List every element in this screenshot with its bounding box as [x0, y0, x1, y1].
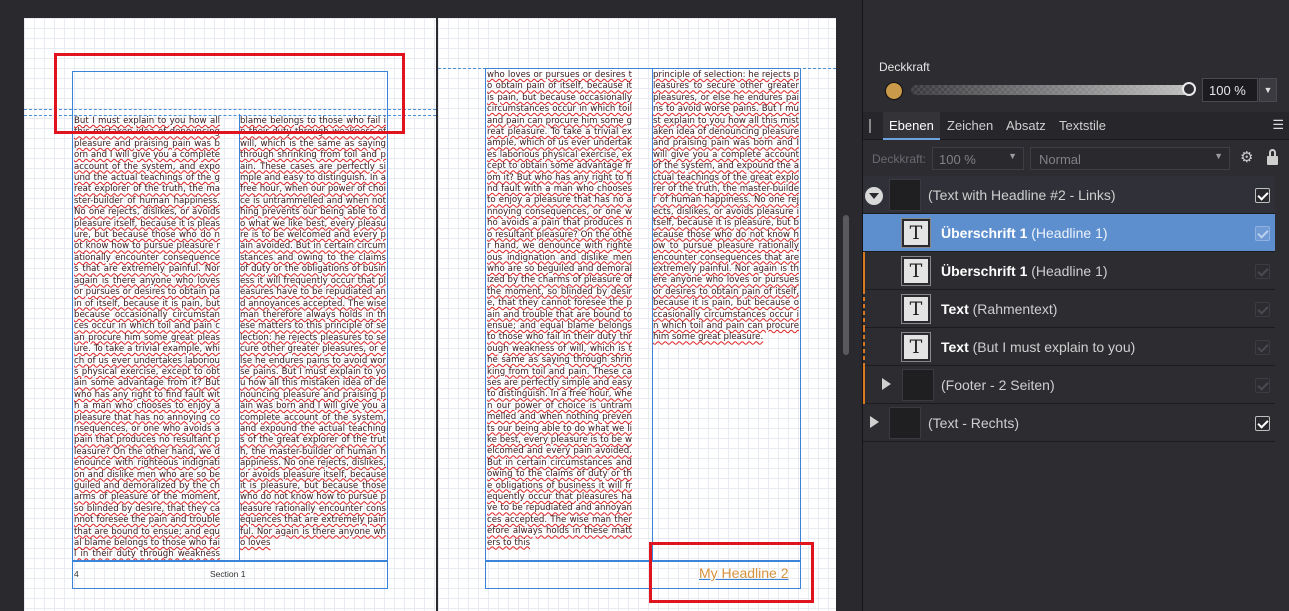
lock-icon[interactable] — [1266, 149, 1280, 165]
tab-textstile[interactable]: Textstile — [1053, 112, 1112, 140]
visibility-checkbox[interactable] — [1255, 188, 1270, 203]
document-canvas[interactable]: But I must explain to you how all this m… — [0, 0, 862, 611]
layer-thumbnail — [889, 407, 921, 439]
layer-controls: Deckkraft: 100 % ▼ Normal ▼ ⚙ — [863, 140, 1289, 176]
visibility-checkbox[interactable] — [1255, 340, 1270, 355]
visibility-checkbox[interactable] — [1255, 416, 1270, 431]
text-layer-icon: T — [901, 256, 931, 286]
text-column-left-2[interactable]: blame belongs to those who fail in their… — [240, 116, 386, 560]
layer-row[interactable]: (Text with Headline #2 - Links) — [863, 176, 1275, 214]
opacity-label: Deckkraft — [879, 60, 930, 74]
opacity-input[interactable]: 100 % — [1202, 78, 1258, 102]
layer-opacity-value: 100 % — [939, 152, 976, 167]
layer-row[interactable]: T Text (But I must explain to you) — [863, 328, 1275, 366]
layer-name-sub: (But I must explain to you) — [968, 339, 1136, 355]
panel-grip-icon[interactable] — [869, 119, 871, 133]
footer-frame-left[interactable] — [72, 561, 388, 589]
opacity-slider-thumb[interactable] — [1182, 82, 1196, 96]
chevron-down-icon: ▼ — [1008, 151, 1017, 161]
layer-name: (Text with Headline #2 - Links) — [928, 187, 1116, 203]
visibility-checkbox[interactable] — [1255, 378, 1270, 393]
layer-name-bold: Text — [941, 301, 969, 317]
blend-mode-value: Normal — [1039, 152, 1081, 167]
expand-arrow-icon[interactable] — [870, 416, 879, 428]
tab-ebenen[interactable]: Ebenen — [883, 112, 940, 140]
canvas-scrollbar[interactable] — [843, 215, 849, 355]
text-layer-icon: T — [901, 332, 931, 362]
text-layer-icon: T — [901, 294, 931, 324]
layer-color-tag — [863, 366, 865, 404]
layer-name-sub: (Headline 1) — [1027, 225, 1108, 241]
layer-row[interactable]: T Überschrift 1 (Headline 1) — [863, 214, 1275, 252]
highlight-box-headline-area — [54, 53, 405, 134]
layer-thumbnail — [902, 369, 934, 401]
layer-name-sub: (Headline 1) — [1027, 263, 1108, 279]
layer-name-bold: Text — [941, 339, 969, 355]
layer-name: Text (Rahmentext) — [941, 301, 1057, 317]
layers-list: (Text with Headline #2 - Links) T Übersc… — [863, 176, 1275, 442]
layer-color-tag — [863, 290, 865, 328]
layer-opacity-dropdown[interactable]: 100 % ▼ — [932, 147, 1024, 170]
layer-thumbnail — [889, 179, 921, 211]
layer-name: Überschrift 1 (Headline 1) — [941, 263, 1108, 279]
layer-row[interactable]: (Text - Rechts) — [863, 404, 1275, 442]
panel-tabs: Ebenen Zeichen Absatz Textstile ☰ — [863, 112, 1289, 140]
opacity-slider[interactable] — [911, 85, 1189, 95]
layer-name: Text (But I must explain to you) — [941, 339, 1135, 355]
visibility-checkbox[interactable] — [1255, 226, 1270, 241]
visibility-checkbox[interactable] — [1255, 302, 1270, 317]
studio-panel: Deckkraft 100 % ▼ Ebenen Zeichen Absatz … — [862, 0, 1289, 611]
layer-name-sub: (Rahmentext) — [968, 301, 1058, 317]
layer-color-tag — [863, 252, 865, 290]
text-column-left-1[interactable]: But I must explain to you how all this m… — [74, 116, 220, 560]
text-column-right-2[interactable]: principle of selection: he rejects pleas… — [653, 70, 799, 362]
layer-name-bold: Überschrift 1 — [941, 263, 1028, 279]
layer-name: Überschrift 1 (Headline 1) — [941, 225, 1108, 241]
layer-opacity-label: Deckkraft: — [872, 152, 927, 166]
panel-menu-icon[interactable]: ☰ — [1272, 117, 1284, 133]
text-layer-icon: T — [901, 218, 931, 248]
layer-color-tag — [863, 328, 865, 366]
expand-arrow-icon[interactable] — [882, 378, 891, 390]
layer-name-bold: Überschrift 1 — [941, 225, 1028, 241]
opacity-dropdown-button[interactable]: ▼ — [1259, 78, 1277, 102]
visibility-checkbox[interactable] — [1255, 264, 1270, 279]
tab-zeichen[interactable]: Zeichen — [941, 112, 999, 140]
tab-absatz[interactable]: Absatz — [1000, 112, 1052, 140]
collapse-icon[interactable] — [865, 187, 883, 205]
layer-row[interactable]: (Footer - 2 Seiten) — [863, 366, 1275, 404]
fill-color-swatch[interactable] — [885, 82, 903, 100]
opacity-control: Deckkraft 100 % ▼ — [863, 54, 1289, 112]
layer-row[interactable]: T Text (Rahmentext) — [863, 290, 1275, 328]
blend-mode-dropdown[interactable]: Normal ▼ — [1030, 147, 1230, 170]
app-window: But I must explain to you how all this m… — [0, 0, 1289, 611]
layer-name: (Text - Rechts) — [928, 415, 1020, 431]
text-column-right-1[interactable]: who loves or pursues or desires to obtai… — [487, 70, 632, 560]
highlight-box-footer-headline — [649, 542, 814, 603]
gear-icon[interactable]: ⚙ — [1240, 148, 1253, 166]
chevron-down-icon: ▼ — [1214, 151, 1223, 161]
layer-name: (Footer - 2 Seiten) — [941, 377, 1055, 393]
layer-row[interactable]: T Überschrift 1 (Headline 1) — [863, 252, 1275, 290]
page-right[interactable]: who loves or pursues or desires to obtai… — [438, 18, 836, 611]
